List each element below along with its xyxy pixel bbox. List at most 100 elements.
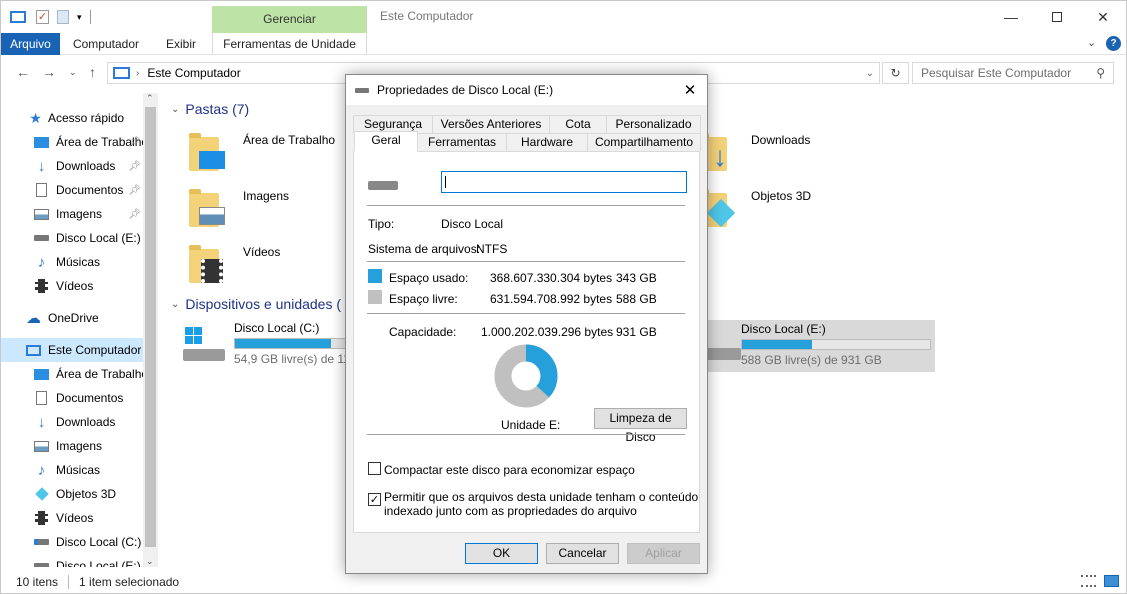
- folder-name: Downloads: [751, 133, 811, 147]
- sidebar-scrollbar[interactable]: ⌃ ⌄: [143, 93, 158, 567]
- tab-ferramentas-de-unidade[interactable]: Ferramentas de Unidade: [212, 33, 367, 55]
- dialog-close-button[interactable]: ✕: [673, 75, 707, 105]
- drive-usage-fill: [235, 339, 331, 348]
- forward-arrow-icon[interactable]: →: [42, 64, 56, 80]
- sidebar-item-quick-access[interactable]: ★ Acesso rápido: [28, 106, 159, 130]
- scroll-down-icon[interactable]: ⌄: [146, 556, 154, 567]
- tab-geral[interactable]: Geral: [354, 131, 418, 152]
- address-separator-icon[interactable]: ›: [136, 68, 139, 79]
- index-checkbox[interactable]: ✓: [368, 493, 381, 506]
- drive-e[interactable]: Disco Local (E:) 588 GB livre(s) de 931 …: [689, 320, 935, 372]
- maximize-button[interactable]: [1034, 1, 1080, 33]
- computer-icon[interactable]: [10, 11, 26, 23]
- sidebar-item-pc-pictures[interactable]: Imagens: [34, 434, 146, 458]
- help-icon[interactable]: ?: [1106, 36, 1121, 51]
- tab-computador[interactable]: Computador: [63, 33, 149, 55]
- group-title: Pastas (7): [185, 101, 250, 117]
- folder-icon: [185, 183, 231, 229]
- folder-downloads[interactable]: ↓ Downloads: [693, 127, 810, 173]
- devices-group-header[interactable]: ⌄ Dispositivos e unidades (: [171, 296, 341, 312]
- close-icon: ✕: [1097, 8, 1109, 25]
- folder-pictures[interactable]: Imagens: [185, 183, 289, 229]
- tab-personalizado[interactable]: Personalizado: [606, 115, 701, 133]
- folders-group-header[interactable]: ⌄ Pastas (7): [171, 101, 249, 117]
- sidebar-item-this-pc[interactable]: Este Computador: [1, 338, 143, 362]
- ok-button[interactable]: OK: [465, 543, 538, 564]
- tab-versoes-anteriores[interactable]: Versões Anteriores: [432, 115, 550, 133]
- recent-locations-icon[interactable]: ⌄: [69, 67, 77, 78]
- sidebar-item-music[interactable]: ♪ Músicas: [34, 250, 146, 274]
- tab-compartilhamento[interactable]: Compartilhamento: [587, 133, 701, 151]
- sidebar-item-downloads[interactable]: ↓ Downloads 📌︎: [34, 154, 146, 178]
- sidebar-item-desktop[interactable]: Área de Trabalho 📌︎: [34, 130, 146, 154]
- scroll-up-icon[interactable]: ⌃: [146, 93, 154, 104]
- drive-icon: [34, 559, 49, 567]
- folder-desktop[interactable]: Área de Trabalho: [185, 127, 335, 173]
- tab-exibir[interactable]: Exibir: [151, 33, 211, 55]
- divider: [367, 434, 685, 435]
- folder-3d-objects[interactable]: Objetos 3D: [693, 183, 811, 229]
- collapse-chevron-icon[interactable]: ⌄: [171, 104, 179, 115]
- status-separator: [68, 575, 70, 589]
- filesystem-label: Sistema de arquivos:: [368, 242, 481, 256]
- large-icons-view-icon[interactable]: [1104, 575, 1119, 587]
- drive-icon: [368, 181, 398, 190]
- download-arrow-icon: ↓: [37, 413, 46, 431]
- divider: [367, 261, 685, 262]
- cloud-icon: ☁: [26, 310, 41, 327]
- details-view-icon[interactable]: [1081, 575, 1096, 587]
- refresh-button[interactable]: ↻: [882, 62, 909, 84]
- sidebar-item-pc-local-disk-c[interactable]: Disco Local (C:): [34, 530, 146, 554]
- expand-ribbon-icon[interactable]: ⌄: [1087, 36, 1096, 49]
- picture-icon: [34, 439, 49, 453]
- tab-hardware[interactable]: Hardware: [506, 133, 588, 151]
- scrollbar-thumb[interactable]: [145, 107, 156, 547]
- properties-dialog: Propriedades de Disco Local (E:) ✕ Segur…: [345, 74, 708, 574]
- desktop-icon: [34, 367, 49, 381]
- status-bar: 10 itens 1 item selecionado: [1, 571, 1126, 593]
- drive-usage-fill: [742, 340, 812, 349]
- sidebar-item-pc-documents[interactable]: Documentos: [34, 386, 146, 410]
- sidebar-item-pc-local-disk-e[interactable]: Disco Local (E:): [34, 554, 146, 567]
- manage-contextual-tab[interactable]: Gerenciar: [212, 6, 367, 33]
- compress-checkbox[interactable]: [368, 462, 381, 475]
- sidebar-item-label: Imagens: [56, 207, 103, 221]
- new-folder-icon[interactable]: [57, 10, 69, 24]
- minimize-button[interactable]: —: [988, 1, 1034, 33]
- tab-ferramentas[interactable]: Ferramentas: [417, 133, 507, 151]
- sidebar-item-pictures[interactable]: Imagens 📌︎: [34, 202, 146, 226]
- sidebar-item-pc-music[interactable]: ♪ Músicas: [34, 458, 146, 482]
- properties-icon[interactable]: ✓: [36, 10, 49, 24]
- back-arrow-icon[interactable]: ←: [16, 64, 30, 80]
- close-button[interactable]: ✕: [1080, 1, 1126, 33]
- document-icon: [34, 391, 49, 405]
- drive-name-input[interactable]: [441, 171, 687, 193]
- up-arrow-icon[interactable]: ↑: [89, 64, 96, 80]
- customize-toolbar-icon[interactable]: ▾: [77, 12, 82, 23]
- sidebar-item-pc-downloads[interactable]: ↓ Downloads: [34, 410, 146, 434]
- free-space-gb: 588 GB: [616, 292, 657, 306]
- sidebar-item-videos[interactable]: Vídeos: [34, 274, 146, 298]
- sidebar-item-pc-3d-objects[interactable]: Objetos 3D: [34, 482, 146, 506]
- pin-icon: 📌︎: [128, 160, 141, 172]
- cancel-button[interactable]: Cancelar: [546, 543, 619, 564]
- refresh-icon: ↻: [890, 66, 901, 80]
- group-title: Dispositivos e unidades (: [185, 296, 342, 312]
- sidebar-item-pc-videos[interactable]: Vídeos: [34, 506, 146, 530]
- free-space-label: Espaço livre:: [389, 292, 458, 306]
- search-input[interactable]: Pesquisar Este Computador ⚲: [912, 62, 1114, 84]
- collapse-chevron-icon[interactable]: ⌄: [171, 299, 179, 310]
- sidebar-item-pc-desktop[interactable]: Área de Trabalho: [34, 362, 146, 386]
- free-space-bytes: 631.594.708.992 bytes: [490, 292, 613, 306]
- sidebar-item-label: Documentos: [56, 183, 124, 197]
- tab-cota[interactable]: Cota: [549, 115, 607, 133]
- address-dropdown-icon[interactable]: ⌄: [866, 68, 874, 79]
- disk-cleanup-button[interactable]: Limpeza de Disco: [594, 408, 687, 444]
- sidebar-item-onedrive[interactable]: ☁ OneDrive: [26, 306, 159, 330]
- computer-icon: [113, 67, 130, 79]
- sidebar-item-documents[interactable]: Documentos 📌︎: [34, 178, 146, 202]
- tab-arquivo[interactable]: Arquivo: [1, 33, 60, 55]
- folder-videos[interactable]: Vídeos: [185, 239, 280, 285]
- apply-button[interactable]: Aplicar: [627, 543, 700, 564]
- sidebar-item-local-disk-e[interactable]: Disco Local (E:): [34, 226, 146, 250]
